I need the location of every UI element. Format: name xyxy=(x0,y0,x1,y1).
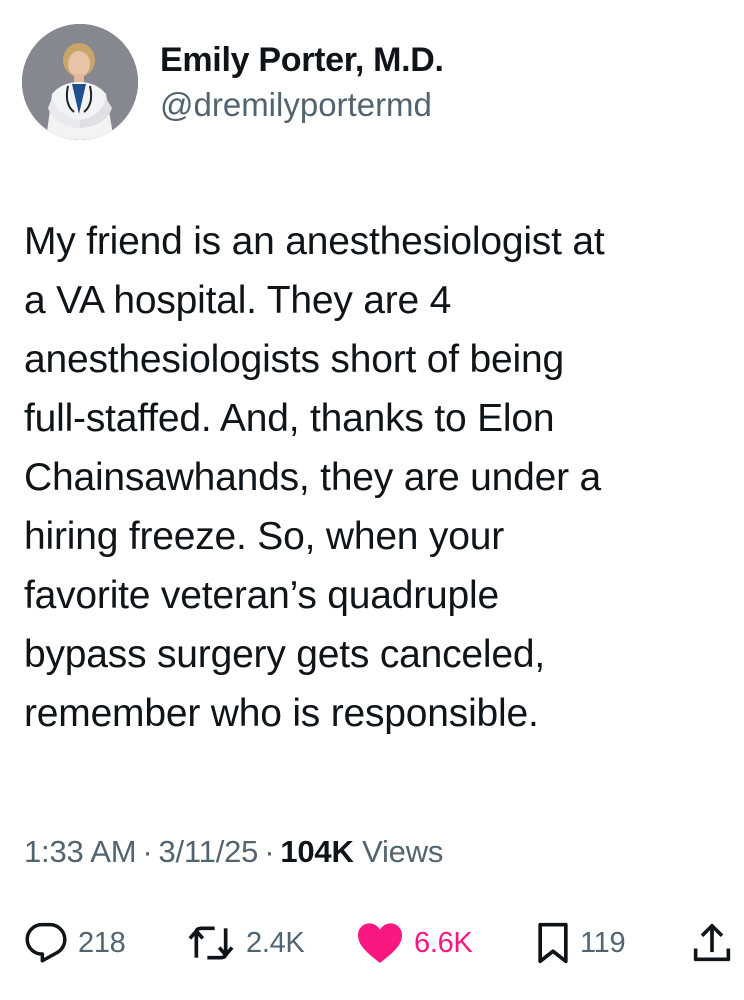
reply-icon xyxy=(24,921,68,965)
tweet-line: Chainsawhands, they are under a xyxy=(24,456,602,499)
avatar-photo xyxy=(22,24,138,140)
repost-icon xyxy=(186,921,236,965)
share-icon xyxy=(692,921,732,965)
tweet-line: bypass surgery gets canceled, xyxy=(24,633,545,676)
reply-count: 218 xyxy=(78,926,126,959)
tweet-line: hiring freeze. So, when your xyxy=(24,515,504,558)
tweet-line: full-staffed. And, thanks to Elon xyxy=(24,397,555,440)
repost-button[interactable]: 2.4K xyxy=(186,914,305,972)
tweet-date[interactable]: 3/11/25 xyxy=(158,834,258,869)
bookmark-count: 119 xyxy=(580,926,626,959)
tweet-line: favorite veteran’s quadruple xyxy=(24,574,499,617)
share-button[interactable] xyxy=(692,914,732,972)
heart-icon xyxy=(356,921,404,965)
author-name[interactable]: Emily Porter, M.D. xyxy=(160,41,444,80)
tweet-line: My friend is an anesthesiologist at xyxy=(24,220,605,263)
tweet-text: My friend is an anesthesiologist at a VA… xyxy=(24,212,734,743)
like-button[interactable]: 6.6K xyxy=(356,914,473,972)
meta-separator: · xyxy=(142,834,153,869)
bookmark-button[interactable]: 119 xyxy=(536,914,626,972)
meta-separator: · xyxy=(264,834,275,869)
like-count: 6.6K xyxy=(414,926,473,959)
bookmark-icon xyxy=(536,921,570,965)
avatar[interactable] xyxy=(22,24,138,140)
tweet-time[interactable]: 1:33 AM xyxy=(24,834,137,869)
repost-count: 2.4K xyxy=(246,926,305,959)
tweet-line: anesthesiologists short of being xyxy=(24,338,564,381)
views-label: Views xyxy=(362,834,444,869)
tweet-line: remember who is responsible. xyxy=(24,692,539,735)
tweet-meta: 1:33 AM · 3/11/25 · 104K Views xyxy=(24,834,443,870)
author-handle[interactable]: @dremilyportermd xyxy=(160,86,432,124)
tweet-line: a VA hospital. They are 4 xyxy=(24,279,452,322)
views-count[interactable]: 104K xyxy=(280,834,354,869)
reply-button[interactable]: 218 xyxy=(24,914,126,972)
